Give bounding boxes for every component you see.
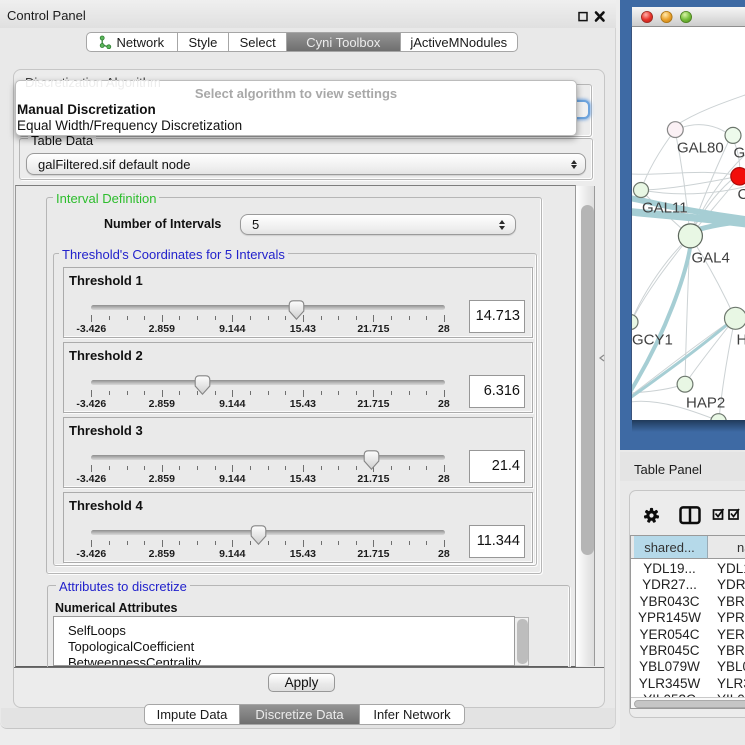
svg-text:HAP2: HAP2 <box>686 395 725 412</box>
svg-text:G...: G... <box>734 145 745 162</box>
svg-text:C: C <box>738 186 745 203</box>
svg-text:GAL4: GAL4 <box>692 250 730 267</box>
svg-text:H: H <box>737 332 745 349</box>
svg-text:GAL11: GAL11 <box>642 200 688 217</box>
svg-text:GAL80: GAL80 <box>677 140 724 157</box>
svg-text:GCY1: GCY1 <box>632 332 673 349</box>
